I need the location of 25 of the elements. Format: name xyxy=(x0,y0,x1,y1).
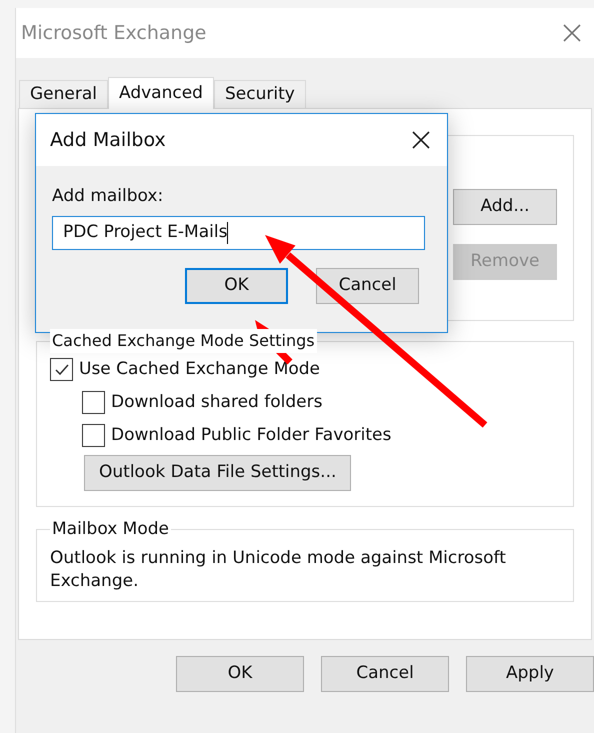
group-title: Cached Exchange Mode Settings xyxy=(50,329,317,353)
close-icon[interactable] xyxy=(411,130,431,150)
mailbox-button[interactable]: Add... xyxy=(453,189,557,225)
mailbox-input[interactable]: PDC Project E-Mails xyxy=(52,216,425,250)
window-title: Microsoft Exchange xyxy=(21,20,206,46)
checkbox-label: Use Cached Exchange Mode xyxy=(79,358,320,381)
checkbox-label: Download Public Folder Favorites xyxy=(111,424,392,447)
field-label: Add mailbox: xyxy=(52,185,164,208)
check-icon xyxy=(54,362,70,378)
tab[interactable]: General xyxy=(19,80,108,108)
dialog-button[interactable]: Cancel xyxy=(316,268,419,304)
checkbox[interactable] xyxy=(82,424,105,447)
checkbox[interactable] xyxy=(50,358,73,381)
checkbox-label: Download shared folders xyxy=(111,390,322,414)
tab[interactable]: Advanced xyxy=(108,77,214,109)
dialog-title: Add Mailbox xyxy=(50,128,166,153)
dialog-button[interactable]: OK xyxy=(185,268,288,304)
group-title: Mailbox Mode xyxy=(51,518,170,541)
mailbox-mode-text: Outlook is running in Unicode mode against Microsoft Exchange. xyxy=(50,546,507,592)
dialog-button[interactable]: Apply xyxy=(466,656,594,692)
dialog-button[interactable]: OK xyxy=(176,656,304,692)
data-file-settings-button[interactable]: Outlook Data File Settings... xyxy=(84,455,352,491)
checkbox[interactable] xyxy=(82,391,105,414)
dialog-button[interactable]: Cancel xyxy=(321,656,449,692)
tab[interactable]: Security xyxy=(214,80,306,108)
